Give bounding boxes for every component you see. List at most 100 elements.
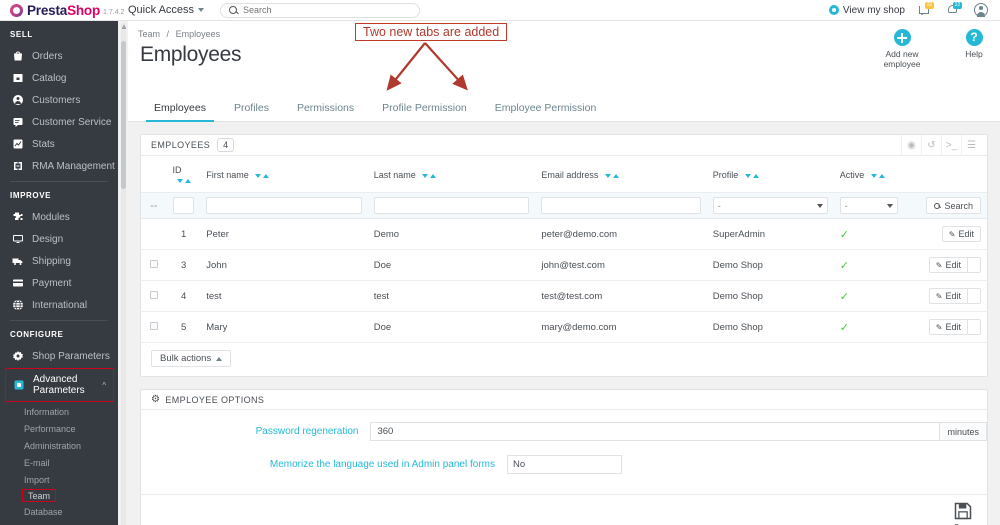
edit-button[interactable]: ✎ Edit: [928, 288, 968, 304]
sidebar-item-catalog[interactable]: Catalog: [0, 67, 118, 89]
avatar[interactable]: [974, 3, 988, 17]
sidebar-item-rma-management[interactable]: RMA Management: [0, 155, 118, 177]
help-button[interactable]: ? Help: [962, 29, 986, 69]
memorize-language-select[interactable]: No: [507, 455, 622, 474]
sidebar-item-customers[interactable]: Customers: [0, 89, 118, 111]
global-search[interactable]: [220, 2, 421, 18]
tab-permissions[interactable]: Permissions: [283, 102, 368, 121]
edit-button[interactable]: ✎ Edit: [928, 319, 968, 335]
scroll-up-arrow-icon[interactable]: ▲: [120, 22, 128, 31]
pencil-icon: ✎: [935, 291, 943, 301]
password-regeneration-group: minutes: [370, 422, 987, 441]
notifications-button[interactable]: 22: [918, 1, 934, 18]
breadcrumb-parent[interactable]: Team: [138, 29, 160, 39]
password-regeneration-label[interactable]: Password regeneration: [141, 426, 370, 437]
search-button[interactable]: Search: [926, 197, 981, 214]
col-id[interactable]: ID: [166, 156, 201, 193]
messages-button[interactable]: 22: [946, 1, 962, 18]
export-icon[interactable]: ☰: [961, 134, 981, 156]
tab-profile-permission[interactable]: Profile Permission: [368, 102, 481, 121]
sidebar-item-shipping[interactable]: Shipping: [0, 250, 118, 272]
tab-employee-permission[interactable]: Employee Permission: [481, 102, 611, 121]
sidebar-subitem-email[interactable]: E-mail: [0, 454, 118, 471]
sidebar-item-stats[interactable]: Stats: [0, 133, 118, 155]
sidebar-subitem-import[interactable]: Import: [0, 471, 118, 488]
col-email[interactable]: Email address: [535, 156, 707, 193]
row-actions-dropdown[interactable]: [968, 288, 981, 304]
pencil-icon: ✎: [935, 322, 943, 332]
sidebar-item-orders[interactable]: Orders: [0, 45, 118, 67]
quick-access-menu[interactable]: Quick Access: [128, 4, 205, 16]
sidebar-subitem-performance[interactable]: Performance: [0, 420, 118, 437]
memorize-language-label[interactable]: Memorize the language used in Admin pane…: [141, 459, 507, 470]
cell-active[interactable]: ✓: [833, 280, 921, 312]
cell-id: 4: [166, 280, 201, 312]
filter-active-select[interactable]: -: [839, 197, 898, 214]
add-icon[interactable]: ◉: [901, 134, 921, 156]
edit-button[interactable]: ✎ Edit: [928, 257, 968, 273]
table-row[interactable]: 3 John Doe john@test.com Demo Shop ✓ ✎ E…: [141, 249, 987, 281]
sort-arrows[interactable]: [422, 173, 437, 178]
table-row[interactable]: 4 test test test@test.com Demo Shop ✓ ✎ …: [141, 280, 987, 312]
row-actions-dropdown[interactable]: [968, 257, 981, 273]
tab-profiles[interactable]: Profiles: [220, 102, 283, 121]
filter-profile-select[interactable]: -: [712, 197, 828, 214]
sort-arrows[interactable]: [255, 173, 270, 178]
sort-arrows[interactable]: [176, 178, 191, 183]
add-new-employee-button[interactable]: Add new employee: [866, 29, 938, 69]
cell-active[interactable]: ✓: [833, 218, 921, 250]
sidebar-subitem-logs[interactable]: Logs: [0, 520, 118, 525]
sort-arrows[interactable]: [604, 173, 619, 178]
edit-split-button[interactable]: ✎ Edit: [928, 257, 981, 273]
search-input[interactable]: [243, 5, 394, 15]
cell-profile: Demo Shop: [706, 311, 834, 343]
search-button-label: Search: [944, 200, 973, 211]
sidebar-subitem-database[interactable]: Database: [0, 503, 118, 520]
view-my-shop-link[interactable]: View my shop: [828, 5, 905, 16]
edit-split-button[interactable]: ✎ Edit: [928, 288, 981, 304]
sidebar-item-shop-parameters[interactable]: Shop Parameters: [0, 345, 118, 367]
filter-email-input[interactable]: [541, 197, 701, 214]
save-button[interactable]: Save: [953, 501, 973, 525]
row-actions-dropdown[interactable]: [968, 319, 981, 335]
password-regeneration-input[interactable]: [370, 422, 941, 441]
bulk-actions-button[interactable]: Bulk actions: [151, 350, 232, 367]
sidebar-item-design[interactable]: Design: [0, 228, 118, 250]
filter-first-name-input[interactable]: [206, 197, 362, 214]
sidebar-item-label: Shop Parameters: [32, 350, 110, 362]
row-checkbox[interactable]: [149, 290, 158, 299]
save-floppy-icon: [954, 502, 972, 519]
sort-arrows[interactable]: [744, 173, 759, 178]
prestashop-logo[interactable]: PrestaShop 1.7.4.2: [0, 3, 124, 18]
sidebar-item-payment[interactable]: Payment: [0, 272, 118, 294]
sidebar-item-international[interactable]: International: [0, 294, 118, 316]
edit-button[interactable]: ✎ Edit: [941, 226, 981, 242]
filter-last-name-input[interactable]: [373, 197, 530, 214]
col-active[interactable]: Active: [833, 156, 921, 193]
scrollbar-thumb[interactable]: [121, 41, 126, 189]
tab-employees[interactable]: Employees: [140, 102, 220, 122]
options-footer: Save: [141, 494, 987, 525]
cell-active[interactable]: ✓: [833, 311, 921, 343]
cell-active[interactable]: ✓: [833, 249, 921, 281]
sidebar-item-modules[interactable]: Modules: [0, 206, 118, 228]
sidebar-subitem-team[interactable]: Team: [22, 489, 57, 502]
col-first-name[interactable]: First name: [200, 156, 368, 193]
console-icon[interactable]: >_: [941, 134, 961, 156]
filter-id-input[interactable]: [172, 197, 195, 214]
table-row[interactable]: 5 Mary Doe mary@demo.com Demo Shop ✓ ✎ E…: [141, 311, 987, 343]
table-row[interactable]: 1 Peter Demo peter@demo.com SuperAdmin ✓…: [141, 218, 987, 250]
edit-split-button[interactable]: ✎ Edit: [928, 319, 981, 335]
sidebar-subitem-administration[interactable]: Administration: [0, 437, 118, 454]
sidebar-scrollbar[interactable]: [121, 23, 126, 525]
sidebar-item-customer-service[interactable]: Customer Service: [0, 111, 118, 133]
sort-arrows[interactable]: [870, 173, 885, 178]
col-last-name[interactable]: Last name: [367, 156, 536, 193]
sidebar-subitem-information[interactable]: Information: [0, 403, 118, 420]
row-checkbox[interactable]: [149, 259, 158, 268]
col-profile[interactable]: Profile: [706, 156, 834, 193]
row-checkbox[interactable]: [149, 321, 158, 330]
sidebar-item-advanced-parameters[interactable]: Advanced Parameters ^: [5, 368, 114, 402]
refresh-icon[interactable]: ↺: [921, 134, 941, 156]
sidebar-section-configure: CONFIGURE: [10, 330, 64, 339]
